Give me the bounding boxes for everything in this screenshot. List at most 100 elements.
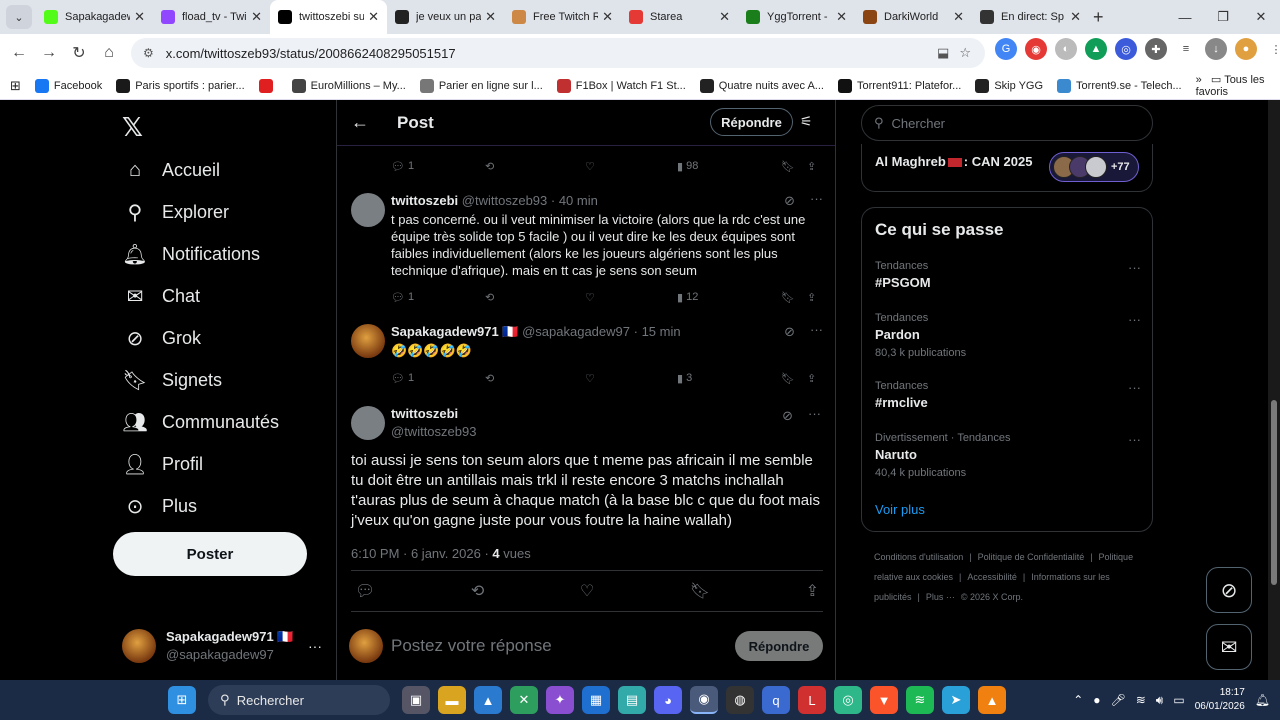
close-tab-icon[interactable]: ✕ bbox=[251, 9, 262, 25]
author-handle[interactable]: @twittoszeb93 bbox=[391, 424, 476, 439]
views-action[interactable]: ▮ 98 bbox=[677, 160, 781, 173]
avatar-pile[interactable]: +77 bbox=[1049, 152, 1139, 182]
messages-icon[interactable]: ✉ bbox=[1206, 624, 1252, 670]
close-tab-icon[interactable]: ✕ bbox=[836, 9, 847, 25]
share-icon[interactable]: ⇪ bbox=[807, 160, 816, 173]
more-icon[interactable]: ··· bbox=[810, 191, 823, 206]
trend-item[interactable]: Tendances #rmclive ··· bbox=[875, 380, 1141, 410]
browser-tab[interactable]: YggTorrent - ✕ bbox=[738, 0, 855, 34]
minimize-button[interactable]: — bbox=[1166, 0, 1204, 34]
clock[interactable]: 18:17 06/01/2026 bbox=[1195, 686, 1245, 714]
nav-item-grok[interactable]: ⊘ Grok bbox=[122, 318, 201, 358]
retweet-icon[interactable]: ⟲ bbox=[485, 372, 585, 385]
share-icon[interactable]: ⇪ bbox=[806, 581, 819, 601]
browser-tab[interactable]: En direct: Sp ✕ bbox=[972, 0, 1089, 34]
volume-icon[interactable]: 🔊︎ bbox=[1156, 693, 1164, 708]
reply-input[interactable]: Postez votre réponse bbox=[391, 636, 552, 656]
grok-icon[interactable]: ⊘ bbox=[1206, 567, 1252, 613]
more-icon[interactable]: ··· bbox=[1128, 312, 1141, 327]
apps-icon[interactable]: ⊞ bbox=[10, 78, 21, 94]
share-icon[interactable]: ⇪ bbox=[807, 372, 816, 385]
like-icon[interactable]: ♡ bbox=[585, 372, 677, 385]
bookmark-item[interactable]: Skip YGG bbox=[975, 78, 1043, 93]
app-icon[interactable]: ◍ bbox=[726, 686, 754, 714]
views-action[interactable]: ▮ 3 bbox=[677, 372, 781, 385]
footer-link[interactable]: Accessibilité bbox=[967, 572, 1017, 582]
drive-icon[interactable]: ▲ bbox=[1085, 38, 1107, 60]
more-icon[interactable]: ··· bbox=[1128, 380, 1141, 395]
nav-item-accueil[interactable]: ⌂ Accueil bbox=[122, 150, 220, 190]
nav-item-explorer[interactable]: ⚲ Explorer bbox=[122, 192, 229, 232]
reply-icon[interactable]: 💬︎ bbox=[355, 581, 375, 601]
photos-icon[interactable]: ▲ bbox=[474, 686, 502, 714]
bookmark-item[interactable]: Torrent9.se - Telech... bbox=[1057, 78, 1182, 93]
filter-icon[interactable]: ⚟ bbox=[800, 113, 813, 130]
more-icon[interactable]: ··· bbox=[1128, 432, 1141, 447]
browser-tab[interactable]: DarkiWorld ✕ bbox=[855, 0, 972, 34]
task-view-icon[interactable]: ▣ bbox=[402, 686, 430, 714]
post-button[interactable]: Poster bbox=[113, 532, 307, 576]
close-window-button[interactable]: ✕ bbox=[1242, 0, 1280, 34]
author-handle[interactable]: @sapakagadew97 bbox=[522, 324, 630, 339]
author-handle[interactable]: @twittoszeb93 bbox=[462, 193, 547, 208]
bookmark-item[interactable]: EuroMillions – My... bbox=[291, 78, 406, 93]
bookmark-item[interactable]: Facebook bbox=[34, 78, 102, 93]
tab-search-button[interactable]: ⌄ bbox=[6, 5, 32, 29]
bookmark-icon[interactable]: 🔖︎ bbox=[781, 160, 807, 173]
footer-link[interactable]: © 2026 X Corp. bbox=[961, 592, 1023, 602]
telegram-icon[interactable]: ➤ bbox=[942, 686, 970, 714]
trend-item[interactable]: Tendances #PSGOM ··· bbox=[875, 260, 1141, 290]
reply-tweet[interactable]: twittoszebi @twittoszeb93 · 40 min ⊘ ···… bbox=[349, 191, 825, 303]
translate-icon[interactable]: G bbox=[995, 38, 1017, 60]
reply-submit-button[interactable]: Répondre bbox=[735, 631, 823, 661]
close-tab-icon[interactable]: ✕ bbox=[953, 9, 964, 25]
avatar[interactable] bbox=[351, 406, 385, 440]
extension-icon[interactable]: ◎ bbox=[1115, 38, 1137, 60]
nav-item-plus[interactable]: ⊙ Plus bbox=[122, 486, 197, 526]
nav-item-notifications[interactable]: 🔔︎ Notifications bbox=[122, 234, 260, 274]
bookmark-icon[interactable]: 🔖︎ bbox=[690, 581, 710, 601]
new-tab-button[interactable]: + bbox=[1093, 7, 1104, 28]
qbittorrent-icon[interactable]: q bbox=[762, 686, 790, 714]
windows-start-icon[interactable]: ⊞ bbox=[168, 686, 196, 714]
nav-item-chat[interactable]: ✉ Chat bbox=[122, 276, 200, 316]
taskbar-search[interactable]: ⚲ Rechercher bbox=[208, 685, 390, 715]
close-tab-icon[interactable]: ✕ bbox=[134, 9, 145, 25]
bookmark-icon[interactable]: 🔖︎ bbox=[781, 372, 807, 385]
reply-action[interactable]: 💬︎ 1 bbox=[391, 160, 485, 173]
like-icon[interactable]: ♡ bbox=[585, 160, 677, 173]
back-arrow-icon[interactable]: ← bbox=[351, 112, 381, 133]
grok-icon[interactable]: ⊘ bbox=[784, 193, 795, 209]
app-l-icon[interactable]: L bbox=[798, 686, 826, 714]
nav-item-profil[interactable]: 👤︎ Profil bbox=[122, 444, 203, 484]
retweet-icon[interactable]: ⟲ bbox=[485, 291, 585, 304]
browser-tab[interactable]: Free Twitch R ✕ bbox=[504, 0, 621, 34]
excel-icon[interactable]: ✕ bbox=[510, 686, 538, 714]
scrollbar-thumb[interactable] bbox=[1271, 400, 1277, 585]
more-icon[interactable]: ··· bbox=[808, 406, 821, 421]
grok-icon[interactable]: ⊘ bbox=[782, 408, 793, 424]
forward-icon[interactable]: → bbox=[34, 38, 64, 68]
author-name[interactable]: twittoszebi bbox=[391, 193, 458, 208]
browser-tab[interactable]: twittoszebi su ✕ bbox=[270, 0, 387, 34]
menu-icon[interactable]: ⋮ bbox=[1265, 38, 1280, 60]
bookmark-item[interactable] bbox=[258, 78, 278, 93]
event-card[interactable]: Al Maghreb: CAN 2025 +77 bbox=[861, 144, 1153, 192]
tweet-time[interactable]: · 40 min bbox=[551, 193, 598, 208]
bookmark-item[interactable]: Parier en ligne sur l... bbox=[419, 78, 543, 93]
trend-item[interactable]: Tendances Pardon 80,3 k publications ··· bbox=[875, 312, 1141, 359]
discord-icon[interactable]: ◕ bbox=[654, 686, 682, 714]
bookmark-star-icon[interactable]: ☆ bbox=[959, 45, 971, 61]
back-icon[interactable]: ← bbox=[4, 38, 34, 68]
home-browser-icon[interactable]: ⌂ bbox=[94, 38, 124, 68]
url-bar[interactable]: ⚙ x.com/twittoszeb93/status/200866240829… bbox=[131, 38, 985, 68]
reply-header-button[interactable]: Répondre bbox=[710, 108, 793, 136]
like-icon[interactable]: ♡ bbox=[585, 291, 677, 304]
retweet-icon[interactable]: ⟲ bbox=[485, 160, 585, 173]
close-tab-icon[interactable]: ✕ bbox=[1070, 9, 1081, 25]
bookmark-item[interactable]: Torrent911: Platefor... bbox=[837, 78, 961, 93]
close-tab-icon[interactable]: ✕ bbox=[719, 9, 730, 25]
bookmark-item[interactable]: Quatre nuits avec A... bbox=[699, 78, 824, 93]
grok-icon[interactable]: ⊘ bbox=[784, 324, 795, 340]
author-name[interactable]: Sapakagadew971 🇫🇷 bbox=[391, 324, 518, 339]
